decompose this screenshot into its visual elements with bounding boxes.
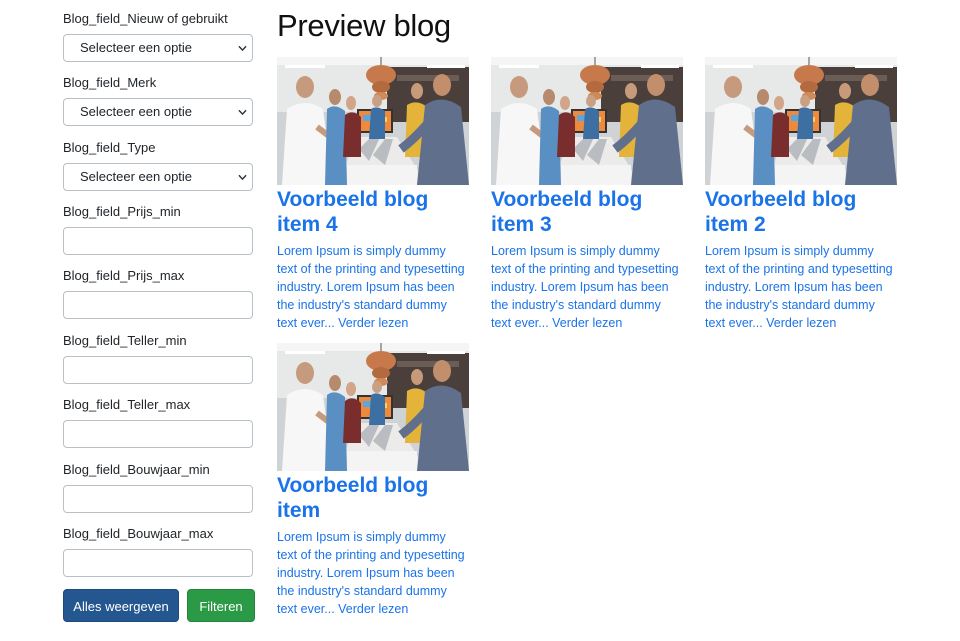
input-teller-min[interactable] xyxy=(63,356,253,384)
blog-card: Voorbeeld blog item 4 Lorem Ipsum is sim… xyxy=(277,57,469,332)
blog-post-excerpt-link[interactable]: Lorem Ipsum is simply dummy text of the … xyxy=(277,242,469,332)
blog-post-title-link[interactable]: Voorbeeld blog item 2 xyxy=(705,187,897,237)
blog-post-image[interactable] xyxy=(277,343,469,471)
input-prijs-max[interactable] xyxy=(63,291,253,319)
select-type[interactable]: Selecteer een optie xyxy=(63,163,253,191)
show-all-button[interactable]: Alles weergeven xyxy=(63,589,179,622)
blog-post-excerpt-link[interactable]: Lorem Ipsum is simply dummy text of the … xyxy=(277,528,469,618)
select-value: Selecteer een optie xyxy=(80,169,193,184)
field-label-nieuw-of-gebruikt: Blog_field_Nieuw of gebruikt xyxy=(63,11,228,26)
blog-post-image[interactable] xyxy=(491,57,683,185)
field-label-bouwjaar-max: Blog_field_Bouwjaar_max xyxy=(63,526,214,541)
blog-post-excerpt-link[interactable]: Lorem Ipsum is simply dummy text of the … xyxy=(491,242,683,332)
blog-card: Voorbeeld blog item 2 Lorem Ipsum is sim… xyxy=(705,57,897,332)
input-bouwjaar-max[interactable] xyxy=(63,549,253,577)
field-label-teller-min: Blog_field_Teller_min xyxy=(63,333,187,348)
input-teller-max[interactable] xyxy=(63,420,253,448)
chevron-down-icon xyxy=(238,44,247,53)
blog-post-image[interactable] xyxy=(277,57,469,185)
input-bouwjaar-min[interactable] xyxy=(63,485,253,513)
field-label-teller-max: Blog_field_Teller_max xyxy=(63,397,191,412)
select-value: Selecteer een optie xyxy=(80,104,193,119)
select-nieuw-of-gebruikt[interactable]: Selecteer een optie xyxy=(63,34,253,62)
chevron-down-icon xyxy=(238,108,247,117)
blog-post-title-link[interactable]: Voorbeeld blog item 3 xyxy=(491,187,683,237)
field-label-merk: Blog_field_Merk xyxy=(63,75,157,90)
select-merk[interactable]: Selecteer een optie xyxy=(63,98,253,126)
blog-post-title-link[interactable]: Voorbeeld blog item xyxy=(277,473,469,523)
blog-card: Voorbeeld blog item 3 Lorem Ipsum is sim… xyxy=(491,57,683,332)
blog-card: Voorbeeld blog item Lorem Ipsum is simpl… xyxy=(277,343,469,618)
field-label-prijs-max: Blog_field_Prijs_max xyxy=(63,268,185,283)
input-prijs-min[interactable] xyxy=(63,227,253,255)
blog-post-image[interactable] xyxy=(705,57,897,185)
field-label-prijs-min: Blog_field_Prijs_min xyxy=(63,204,181,219)
chevron-down-icon xyxy=(238,173,247,182)
page-title: Preview blog xyxy=(277,8,451,43)
blog-post-title-link[interactable]: Voorbeeld blog item 4 xyxy=(277,187,469,237)
select-value: Selecteer een optie xyxy=(80,40,193,55)
field-label-type: Blog_field_Type xyxy=(63,140,156,155)
blog-post-excerpt-link[interactable]: Lorem Ipsum is simply dummy text of the … xyxy=(705,242,897,332)
filter-button[interactable]: Filteren xyxy=(187,589,255,622)
field-label-bouwjaar-min: Blog_field_Bouwjaar_min xyxy=(63,462,210,477)
